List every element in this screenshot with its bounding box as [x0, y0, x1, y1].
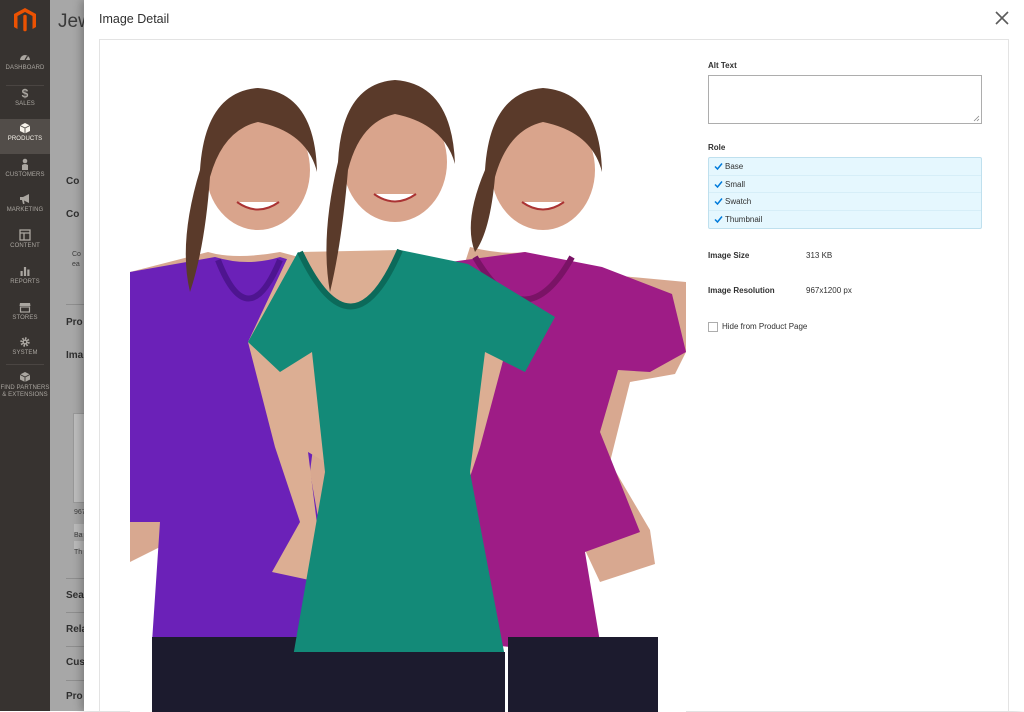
sidebar-item-label: DASHBOARD [5, 65, 45, 71]
svg-text:$: $ [22, 87, 29, 99]
person-icon [0, 158, 50, 172]
product-image [130, 52, 686, 712]
admin-sidebar: DASHBOARD $ SALES PRODUCTS CUSTOMERS MAR… [0, 0, 50, 711]
partners-icon [0, 371, 50, 385]
role-option-label: Thumbnail [725, 214, 763, 224]
sidebar-item-label-line2: & EXTENSIONS [2, 392, 48, 398]
sidebar-item-label: SYSTEM [12, 350, 38, 356]
sidebar-item-label: REPORTS [10, 279, 40, 285]
check-icon [714, 215, 723, 223]
sidebar-item-label: MARKETING [6, 207, 44, 213]
sidebar-item-label: PRODUCTS [7, 136, 43, 142]
role-option-small[interactable]: Small [709, 176, 981, 193]
section-label: Pro [66, 691, 83, 702]
image-detail-modal: Image Detail Alt Text Role Base Small Sw… [84, 0, 1024, 712]
sidebar-item-label: STORES [12, 315, 38, 321]
small-text: ea [72, 261, 80, 268]
megaphone-icon [0, 193, 50, 207]
dashboard-icon [0, 51, 50, 65]
section-label: Ima [66, 350, 84, 361]
image-resolution-label: Image Resolution [708, 286, 775, 295]
sidebar-item-content[interactable]: CONTENT [0, 226, 50, 261]
hide-from-product-page-label[interactable]: Hide from Product Page [722, 322, 807, 331]
check-icon [714, 198, 723, 206]
role-option-label: Base [725, 162, 744, 171]
sidebar-item-products[interactable]: PRODUCTS [0, 119, 50, 154]
role-label: Role [708, 143, 726, 152]
small-text: Co [72, 251, 81, 258]
role-option-base[interactable]: Base [709, 158, 981, 176]
close-icon[interactable] [994, 10, 1010, 26]
role-option-thumbnail[interactable]: Thumbnail [709, 211, 981, 229]
section-label: Pro [66, 317, 83, 328]
role-option-swatch[interactable]: Swatch [709, 193, 981, 211]
layout-icon [0, 229, 50, 243]
sidebar-item-label: FIND PARTNERS [0, 385, 50, 391]
sidebar-item-label: CUSTOMERS [5, 172, 45, 178]
hide-from-product-page-checkbox[interactable] [708, 322, 718, 332]
sidebar-item-customers[interactable]: CUSTOMERS [0, 155, 50, 190]
sidebar-item-marketing[interactable]: MARKETING [0, 190, 50, 225]
bar-chart-icon [0, 265, 50, 279]
dollar-icon: $ [0, 87, 50, 101]
sidebar-item-label: CONTENT [10, 243, 40, 249]
role-multiselect[interactable]: Base Small Swatch Thumbnail [708, 157, 982, 229]
sidebar-item-label: SALES [15, 101, 35, 107]
sidebar-item-reports[interactable]: REPORTS [0, 262, 50, 297]
sidebar-item-sales[interactable]: $ SALES [0, 84, 50, 119]
sidebar-item-system[interactable]: SYSTEM [0, 333, 50, 368]
resize-grip-icon[interactable] [973, 115, 980, 122]
cube-icon [0, 122, 50, 136]
check-icon [714, 180, 723, 188]
sidebar-item-stores[interactable]: STORES [0, 298, 50, 333]
role-option-label: Small [725, 179, 746, 189]
modal-title: Image Detail [99, 12, 170, 26]
image-size-label: Image Size [708, 251, 750, 260]
check-icon [714, 163, 723, 171]
image-size-value: 313 KB [806, 251, 833, 260]
magento-logo-icon[interactable] [11, 6, 39, 34]
sidebar-item-dashboard[interactable]: DASHBOARD [0, 48, 50, 83]
image-resolution-value: 967x1200 px [806, 286, 852, 295]
role-option-label: Swatch [725, 197, 752, 206]
section-label: Sea [66, 590, 84, 601]
store-icon [0, 301, 50, 315]
image-detail-content: Alt Text Role Base Small Swatch Thumbnai… [99, 39, 1009, 712]
alt-text-field[interactable] [708, 75, 982, 124]
section-label: Co [66, 176, 80, 187]
section-label: Co [66, 209, 80, 220]
section-label: Cus [66, 657, 85, 668]
alt-text-label: Alt Text [708, 61, 737, 70]
sidebar-item-find-partners[interactable]: FIND PARTNERS & EXTENSIONS [0, 368, 50, 402]
gear-icon [0, 336, 50, 350]
